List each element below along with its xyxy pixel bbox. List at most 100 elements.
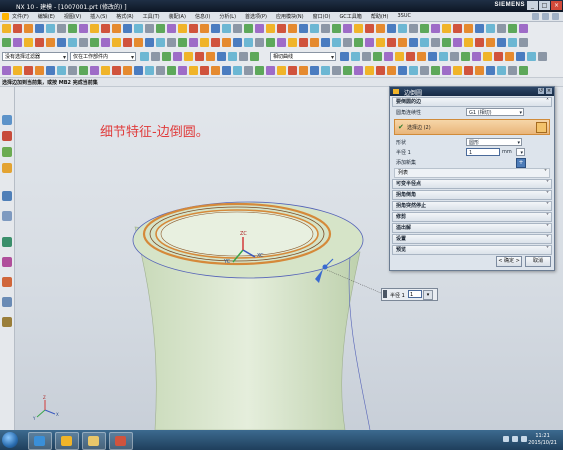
toolbar-button-icon[interactable]: [505, 52, 514, 61]
toolbar-button-icon[interactable]: [508, 38, 517, 47]
toolbar-button-icon[interactable]: [376, 66, 385, 75]
toolbar-button-icon[interactable]: [57, 24, 66, 33]
toolbar-button-icon[interactable]: [398, 66, 407, 75]
toolbar-button-icon[interactable]: [156, 24, 165, 33]
toolbar-button-icon[interactable]: [90, 66, 99, 75]
toolbar-button-icon[interactable]: [486, 66, 495, 75]
toolbar-button-icon[interactable]: [200, 66, 209, 75]
toolbar-button-icon[interactable]: [288, 24, 297, 33]
toolbar-button-icon[interactable]: [200, 24, 209, 33]
toolbar-button-icon[interactable]: [189, 38, 198, 47]
toolbar-button-icon[interactable]: [343, 24, 352, 33]
toolbar-button-icon[interactable]: [354, 66, 363, 75]
toolbar-button-icon[interactable]: [519, 66, 528, 75]
toolbar-button-icon[interactable]: [46, 38, 55, 47]
toolbar-button-icon[interactable]: [373, 52, 382, 61]
toolbar-button-icon[interactable]: [453, 38, 462, 47]
toolbar-button-icon[interactable]: [266, 24, 275, 33]
toolbar-button-icon[interactable]: [140, 52, 149, 61]
toolbar-button-icon[interactable]: [475, 38, 484, 47]
drag-grip-icon[interactable]: [383, 290, 387, 298]
toolbar-button-icon[interactable]: [255, 66, 264, 75]
toolbar-button-icon[interactable]: [90, 38, 99, 47]
toolbar-button-icon[interactable]: [244, 24, 253, 33]
toolbar-button-icon[interactable]: [24, 38, 33, 47]
toolbar-button-icon[interactable]: [464, 38, 473, 47]
toolbar-button-icon[interactable]: [527, 52, 536, 61]
toolbar-button-icon[interactable]: [464, 66, 473, 75]
toolbar-button-icon[interactable]: [354, 38, 363, 47]
toolbar-button-icon[interactable]: [266, 66, 275, 75]
section-header[interactable]: 预览 ˅: [392, 245, 552, 255]
toolbar-button-icon[interactable]: [255, 24, 264, 33]
toolbar-button-icon[interactable]: [233, 24, 242, 33]
toolbar-button-icon[interactable]: [13, 24, 22, 33]
toolbar-button-icon[interactable]: [134, 38, 143, 47]
toolbar-button-icon[interactable]: [376, 38, 385, 47]
toolbar-button-icon[interactable]: [206, 52, 215, 61]
toolbar-button-icon[interactable]: [508, 24, 517, 33]
toolbar-button-icon[interactable]: [24, 24, 33, 33]
toolbar-button-icon[interactable]: [486, 38, 495, 47]
toolbar-button-icon[interactable]: [222, 66, 231, 75]
toolbar-button-icon[interactable]: [387, 66, 396, 75]
menu-item[interactable]: 插入(S): [90, 13, 107, 20]
toolbar-button-icon[interactable]: [46, 24, 55, 33]
toolbar-button-icon[interactable]: [497, 66, 506, 75]
toolbar-button-icon[interactable]: [398, 38, 407, 47]
toolbar-button-icon[interactable]: [519, 38, 528, 47]
minimize-part-icon[interactable]: [542, 13, 549, 20]
menu-item[interactable]: 视图(V): [64, 13, 81, 20]
toolbar-button-icon[interactable]: [398, 24, 407, 33]
toolbar-button-icon[interactable]: [2, 38, 11, 47]
toolbar-button-icon[interactable]: [68, 24, 77, 33]
toolbar-button-icon[interactable]: [57, 38, 66, 47]
menu-item[interactable]: 信息(I): [195, 13, 210, 20]
menu-item[interactable]: 分析(L): [219, 13, 236, 20]
toolbar-button-icon[interactable]: [35, 66, 44, 75]
toolbar-button-icon[interactable]: [35, 38, 44, 47]
web-browser-icon[interactable]: [2, 211, 12, 221]
start-button[interactable]: [2, 432, 18, 448]
toolbar-button-icon[interactable]: [151, 52, 160, 61]
toolbar-button-icon[interactable]: [340, 52, 349, 61]
toolbar-button-icon[interactable]: [428, 52, 437, 61]
scope-filter-select[interactable]: 仅在工作部件内: [70, 52, 136, 61]
menu-item[interactable]: 编辑(E): [38, 13, 55, 20]
menu-item[interactable]: 格式(R): [116, 13, 133, 20]
toolbar-button-icon[interactable]: [123, 66, 132, 75]
toolbar-button-icon[interactable]: [233, 38, 242, 47]
toolbar-button-icon[interactable]: [343, 66, 352, 75]
toolbar-button-icon[interactable]: [384, 52, 393, 61]
toolbar-button-icon[interactable]: [431, 66, 440, 75]
toolbar-button-icon[interactable]: [228, 52, 237, 61]
toolbar-button-icon[interactable]: [354, 24, 363, 33]
toolbar-button-icon[interactable]: [420, 38, 429, 47]
toolbar-button-icon[interactable]: [321, 38, 330, 47]
toolbar-button-icon[interactable]: [189, 66, 198, 75]
toolbar-button-icon[interactable]: [417, 52, 426, 61]
pocket-floor[interactable]: [160, 211, 314, 257]
continuity-select[interactable]: G1 (相切): [466, 108, 524, 116]
toolbar-button-icon[interactable]: [450, 52, 459, 61]
toolbar-button-icon[interactable]: [222, 38, 231, 47]
toolbar-button-icon[interactable]: [101, 24, 110, 33]
radius-input[interactable]: 1: [466, 148, 500, 156]
toolbar-button-icon[interactable]: [233, 66, 242, 75]
toolbar-button-icon[interactable]: [173, 52, 182, 61]
toolbar-button-icon[interactable]: [68, 38, 77, 47]
toolbar-button-icon[interactable]: [321, 24, 330, 33]
toolbar-button-icon[interactable]: [2, 24, 11, 33]
ok-button[interactable]: < 确定 >: [496, 256, 522, 267]
toolbar-button-icon[interactable]: [497, 38, 506, 47]
menu-item[interactable]: 应用模块(N): [276, 13, 304, 20]
taskbar-app-media[interactable]: [109, 432, 133, 450]
toolbar-button-icon[interactable]: [494, 52, 503, 61]
hd3d-tools-icon[interactable]: [2, 191, 12, 201]
toolbar-button-icon[interactable]: [277, 38, 286, 47]
toolbar-button-icon[interactable]: [365, 66, 374, 75]
toolbar-button-icon[interactable]: [439, 52, 448, 61]
nx-logo-icon[interactable]: [2, 13, 9, 20]
section-edges-header[interactable]: 要倒圆的边 ˄: [392, 97, 552, 107]
toolbar-button-icon[interactable]: [195, 52, 204, 61]
